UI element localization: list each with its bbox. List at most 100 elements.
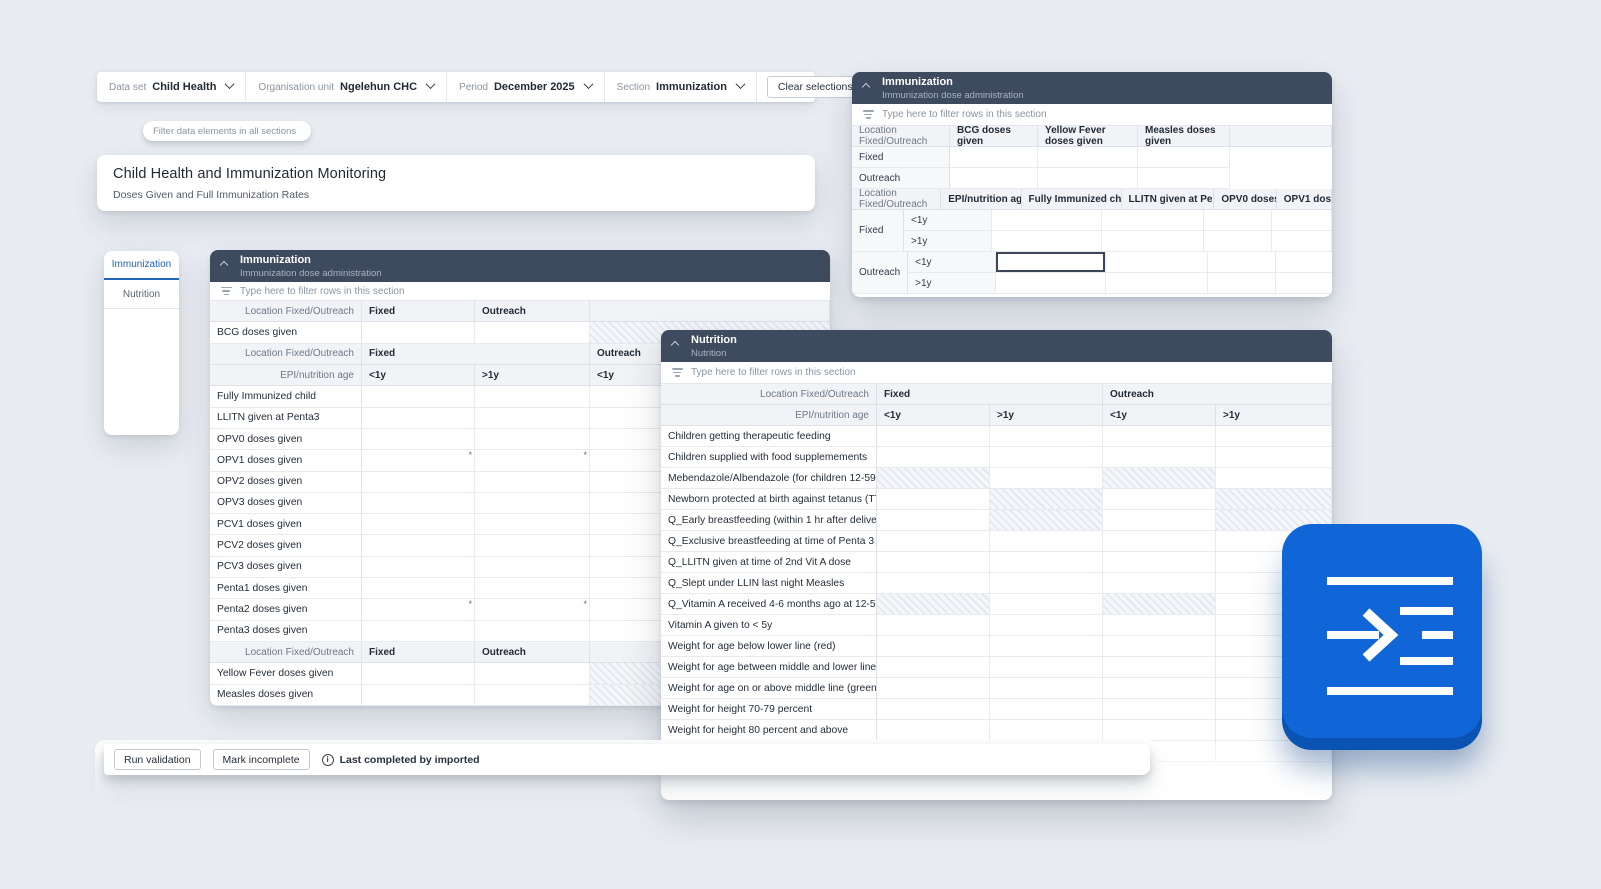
- data-input-cell[interactable]: [1216, 447, 1332, 468]
- sidebar-item-immunization[interactable]: Immunization: [104, 251, 179, 278]
- data-input-cell[interactable]: [1103, 552, 1216, 573]
- data-input-cell[interactable]: [1103, 657, 1216, 678]
- data-input-cell[interactable]: *: [362, 599, 475, 620]
- data-input-cell[interactable]: [362, 408, 475, 429]
- row-filter-input[interactable]: Type here to filter rows in this section: [210, 282, 830, 301]
- data-input-cell[interactable]: [362, 621, 475, 642]
- section-header-nutrition[interactable]: Nutrition Nutrition: [661, 330, 1332, 362]
- data-input-cell[interactable]: [877, 699, 990, 720]
- data-input-cell[interactable]: [475, 386, 590, 407]
- mark-incomplete-button[interactable]: Mark incomplete: [213, 749, 310, 770]
- data-input-cell[interactable]: [992, 210, 1102, 231]
- data-input-cell[interactable]: [1276, 252, 1332, 273]
- data-input-cell[interactable]: [475, 493, 590, 514]
- data-input-cell[interactable]: [1103, 531, 1216, 552]
- data-input-cell[interactable]: [990, 594, 1103, 615]
- data-input-cell[interactable]: [1038, 147, 1138, 168]
- data-input-cell[interactable]: [877, 720, 990, 741]
- data-input-cell[interactable]: [1103, 426, 1216, 447]
- data-input-cell[interactable]: [1208, 252, 1276, 273]
- row-filter-input[interactable]: Type here to filter rows in this section: [661, 362, 1332, 384]
- data-input-cell[interactable]: [1103, 636, 1216, 657]
- data-input-cell[interactable]: [362, 493, 475, 514]
- orgunit-selector[interactable]: Organisation unitNgelehun CHC: [246, 72, 447, 102]
- data-input-cell[interactable]: [1216, 468, 1332, 489]
- data-input-cell[interactable]: [990, 678, 1103, 699]
- data-input-cell[interactable]: [1204, 210, 1272, 231]
- data-input-cell[interactable]: [362, 685, 475, 706]
- data-input-cell[interactable]: [1103, 678, 1216, 699]
- data-input-cell[interactable]: [990, 657, 1103, 678]
- data-input-cell[interactable]: [362, 557, 475, 578]
- data-input-cell[interactable]: [990, 531, 1103, 552]
- section-header-immunization[interactable]: Immunization Immunization dose administr…: [210, 250, 830, 282]
- data-input-cell[interactable]: [990, 573, 1103, 594]
- data-input-cell[interactable]: [990, 447, 1103, 468]
- data-input-cell[interactable]: [877, 636, 990, 657]
- data-input-cell[interactable]: [877, 657, 990, 678]
- data-input-cell[interactable]: [1102, 210, 1204, 231]
- data-input-cell[interactable]: [475, 322, 590, 343]
- data-input-cell[interactable]: [877, 573, 990, 594]
- global-filter-input[interactable]: Filter data elements in all sections: [143, 121, 311, 141]
- data-input-cell[interactable]: [950, 147, 1038, 168]
- data-input-cell[interactable]: [362, 386, 475, 407]
- data-input-cell[interactable]: [877, 615, 990, 636]
- data-input-cell[interactable]: [362, 578, 475, 599]
- data-input-cell[interactable]: [1038, 168, 1138, 189]
- data-input-cell[interactable]: [475, 557, 590, 578]
- data-input-cell[interactable]: [362, 472, 475, 493]
- data-input-cell[interactable]: [475, 429, 590, 450]
- data-input-cell[interactable]: *: [475, 599, 590, 620]
- data-input-cell[interactable]: [362, 514, 475, 535]
- clear-selections-button[interactable]: Clear selections: [767, 76, 864, 98]
- period-selector[interactable]: PeriodDecember 2025: [447, 72, 605, 102]
- data-input-cell[interactable]: [475, 621, 590, 642]
- data-input-cell[interactable]: [877, 426, 990, 447]
- data-input-cell[interactable]: [1138, 168, 1230, 189]
- data-input-cell[interactable]: [990, 699, 1103, 720]
- data-input-cell[interactable]: [877, 531, 990, 552]
- data-input-cell[interactable]: [990, 615, 1103, 636]
- data-input-cell[interactable]: [1103, 510, 1216, 531]
- data-input-cell[interactable]: [1106, 252, 1208, 273]
- data-input-cell[interactable]: [950, 168, 1038, 189]
- data-input-cell[interactable]: [996, 273, 1106, 294]
- data-input-cell[interactable]: [877, 447, 990, 468]
- data-input-cell[interactable]: [362, 429, 475, 450]
- data-input-cell[interactable]: [362, 535, 475, 556]
- data-input-cell[interactable]: [1204, 231, 1272, 252]
- data-input-cell[interactable]: [1102, 231, 1204, 252]
- data-input-cell[interactable]: [362, 322, 475, 343]
- data-input-cell[interactable]: [475, 663, 590, 684]
- data-input-cell[interactable]: [475, 408, 590, 429]
- data-input-cell[interactable]: [1103, 720, 1216, 741]
- data-input-cell[interactable]: [475, 578, 590, 599]
- sidebar-item-nutrition[interactable]: Nutrition: [104, 280, 179, 309]
- data-input-cell[interactable]: *: [475, 450, 590, 471]
- section-header-immunization-floating[interactable]: Immunization Immunization dose administr…: [852, 72, 1332, 104]
- data-input-cell[interactable]: [992, 231, 1102, 252]
- data-input-cell[interactable]: [1276, 273, 1332, 294]
- data-input-cell[interactable]: [1103, 615, 1216, 636]
- data-input-cell[interactable]: [1103, 699, 1216, 720]
- data-input-cell[interactable]: [1272, 231, 1332, 252]
- data-input-cell[interactable]: [1208, 273, 1276, 294]
- run-validation-button[interactable]: Run validation: [114, 749, 201, 770]
- focused-data-input-cell[interactable]: [996, 252, 1106, 273]
- data-input-cell[interactable]: [475, 514, 590, 535]
- data-input-cell[interactable]: [475, 472, 590, 493]
- data-input-cell[interactable]: [990, 426, 1103, 447]
- data-input-cell[interactable]: [877, 552, 990, 573]
- dataset-selector[interactable]: Data setChild Health: [97, 72, 246, 102]
- data-input-cell[interactable]: [475, 535, 590, 556]
- data-input-cell[interactable]: *: [362, 450, 475, 471]
- data-input-cell[interactable]: [990, 468, 1103, 489]
- data-input-cell[interactable]: [1138, 147, 1230, 168]
- section-selector[interactable]: SectionImmunization: [605, 72, 757, 102]
- data-input-cell[interactable]: [1106, 273, 1208, 294]
- data-input-cell[interactable]: [877, 510, 990, 531]
- data-input-cell[interactable]: [990, 552, 1103, 573]
- data-input-cell[interactable]: [877, 678, 990, 699]
- data-input-cell[interactable]: [877, 489, 990, 510]
